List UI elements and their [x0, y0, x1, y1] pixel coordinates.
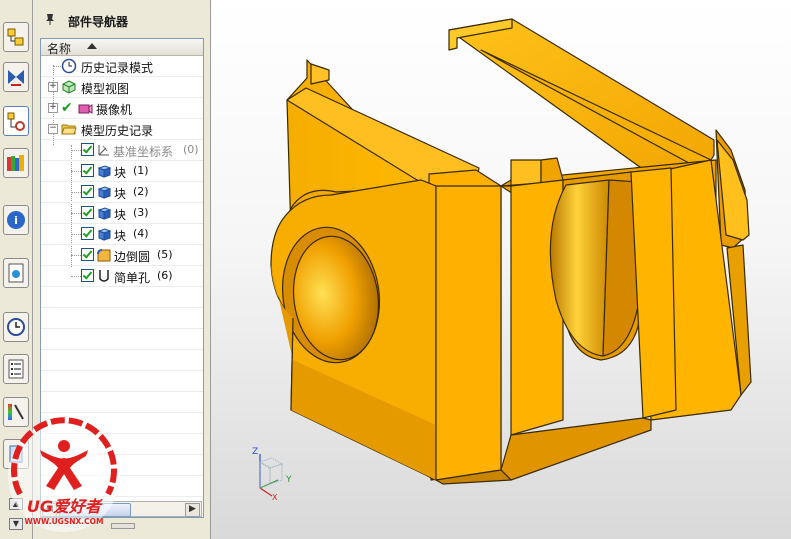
empty-row: [41, 329, 203, 350]
empty-row: [41, 371, 203, 392]
block-icon: [97, 207, 112, 220]
model-view-icon: [62, 80, 76, 94]
tree-item-label: 块: [114, 187, 127, 201]
scroll-right-arrow[interactable]: ▶: [185, 503, 200, 517]
expand-icon[interactable]: +: [48, 103, 58, 113]
navigator-title: 部件导航器: [68, 15, 129, 29]
visibility-checkbox[interactable]: [81, 269, 94, 282]
graphics-window[interactable]: Z Y X: [211, 0, 791, 539]
empty-row: [41, 308, 203, 329]
part-navigator-tab[interactable]: [3, 106, 29, 136]
tree-item-label: 模型视图: [81, 82, 130, 96]
visibility-checkbox[interactable]: [81, 164, 94, 177]
list-icon: [8, 359, 24, 379]
visibility-checkbox[interactable]: [81, 206, 94, 219]
history-tab[interactable]: [3, 312, 29, 342]
pin-icon[interactable]: [43, 12, 57, 26]
empty-row: [41, 350, 203, 371]
tree-item-label: 块: [114, 166, 127, 180]
constraint-icon: [8, 70, 24, 86]
assembly-navigator-icon: [7, 28, 24, 46]
tree-item-cameras[interactable]: + ✔ 摄像机: [41, 98, 203, 119]
web-browser-tab[interactable]: [3, 258, 29, 288]
info-icon: i: [7, 211, 25, 229]
tree-item-label: 历史记录模式: [81, 61, 154, 75]
system-materials-tab[interactable]: [3, 354, 29, 384]
web-page-icon: [8, 263, 24, 283]
feature-number: (4): [133, 227, 149, 240]
folder-open-icon: [61, 124, 77, 135]
feature-number: (3): [133, 206, 149, 219]
tree-item-history-mode[interactable]: 历史记录模式: [41, 56, 203, 77]
tree-item-model-history[interactable]: − 模型历史记录: [41, 119, 203, 140]
clock-icon: [61, 58, 77, 74]
visibility-checkbox[interactable]: [81, 227, 94, 240]
edge-blend-icon: [97, 249, 111, 262]
collapse-icon[interactable]: −: [48, 124, 58, 134]
ug-watermark-logo: UG爱好者 WWW.UGSNX.COM: [8, 417, 120, 532]
tree-item-label: 块: [114, 229, 127, 243]
reuse-library-tab[interactable]: [3, 148, 29, 178]
tree-item-simple-hole[interactable]: 简单孔 (6): [41, 266, 203, 287]
clock-icon: [7, 318, 25, 336]
tree-item-block-3[interactable]: 块 (3): [41, 203, 203, 224]
tree-item-label: 简单孔: [114, 271, 151, 285]
svg-text:i: i: [14, 214, 18, 227]
tree-item-label: 模型历史记录: [81, 124, 154, 138]
watermark-url: WWW.UGSNX.COM: [25, 517, 104, 526]
feature-number: (2): [133, 185, 149, 198]
feature-number: (1): [133, 164, 149, 177]
navigator-title-bar: 部件导航器: [33, 0, 210, 36]
tree-item-label: 块: [114, 208, 127, 222]
wcs-triad[interactable]: Z Y X: [242, 444, 302, 502]
feature-number: (6): [157, 269, 173, 282]
part-navigator-icon: [7, 112, 25, 131]
block-icon: [97, 186, 112, 199]
column-header-label: 名称: [47, 42, 72, 56]
expand-icon[interactable]: +: [48, 82, 58, 92]
checkmark-icon: ✔: [61, 100, 73, 116]
x-axis-label: X: [272, 493, 278, 500]
empty-row: [41, 287, 203, 308]
feature-number: (5): [157, 248, 173, 261]
tree-item-block-1[interactable]: 块 (1): [41, 161, 203, 182]
constraint-navigator-tab[interactable]: [3, 62, 29, 92]
tree-item-model-views[interactable]: + 模型视图: [41, 77, 203, 98]
hole-icon: [99, 270, 109, 282]
z-axis-label: Z: [252, 447, 258, 457]
tree-item-label: 边倒圆: [114, 250, 151, 264]
watermark-brand: UG爱好者: [27, 497, 104, 516]
visibility-checkbox[interactable]: [81, 143, 94, 156]
tree-item-datum-csys[interactable]: 基准坐标系 (0): [41, 140, 203, 161]
block-icon: [97, 165, 112, 178]
y-axis-label: Y: [285, 475, 292, 485]
assembly-navigator-tab[interactable]: [3, 22, 29, 52]
feature-number: (0): [183, 143, 199, 156]
tree-item-label: 摄像机: [96, 103, 133, 117]
tree-item-block-4[interactable]: 块 (4): [41, 224, 203, 245]
visibility-checkbox[interactable]: [81, 248, 94, 261]
tree-item-block-2[interactable]: 块 (2): [41, 182, 203, 203]
tree-item-edge-blend[interactable]: 边倒圆 (5): [41, 245, 203, 266]
library-icon: [7, 155, 24, 171]
info-tab[interactable]: i: [3, 205, 29, 235]
camera-icon: [78, 104, 93, 114]
tree-item-label: 基准坐标系: [113, 145, 174, 159]
block-icon: [97, 228, 112, 241]
sort-ascending-icon: [87, 43, 97, 49]
datum-csys-icon: [98, 145, 109, 156]
column-header-name[interactable]: 名称: [41, 39, 203, 56]
visibility-checkbox[interactable]: [81, 185, 94, 198]
